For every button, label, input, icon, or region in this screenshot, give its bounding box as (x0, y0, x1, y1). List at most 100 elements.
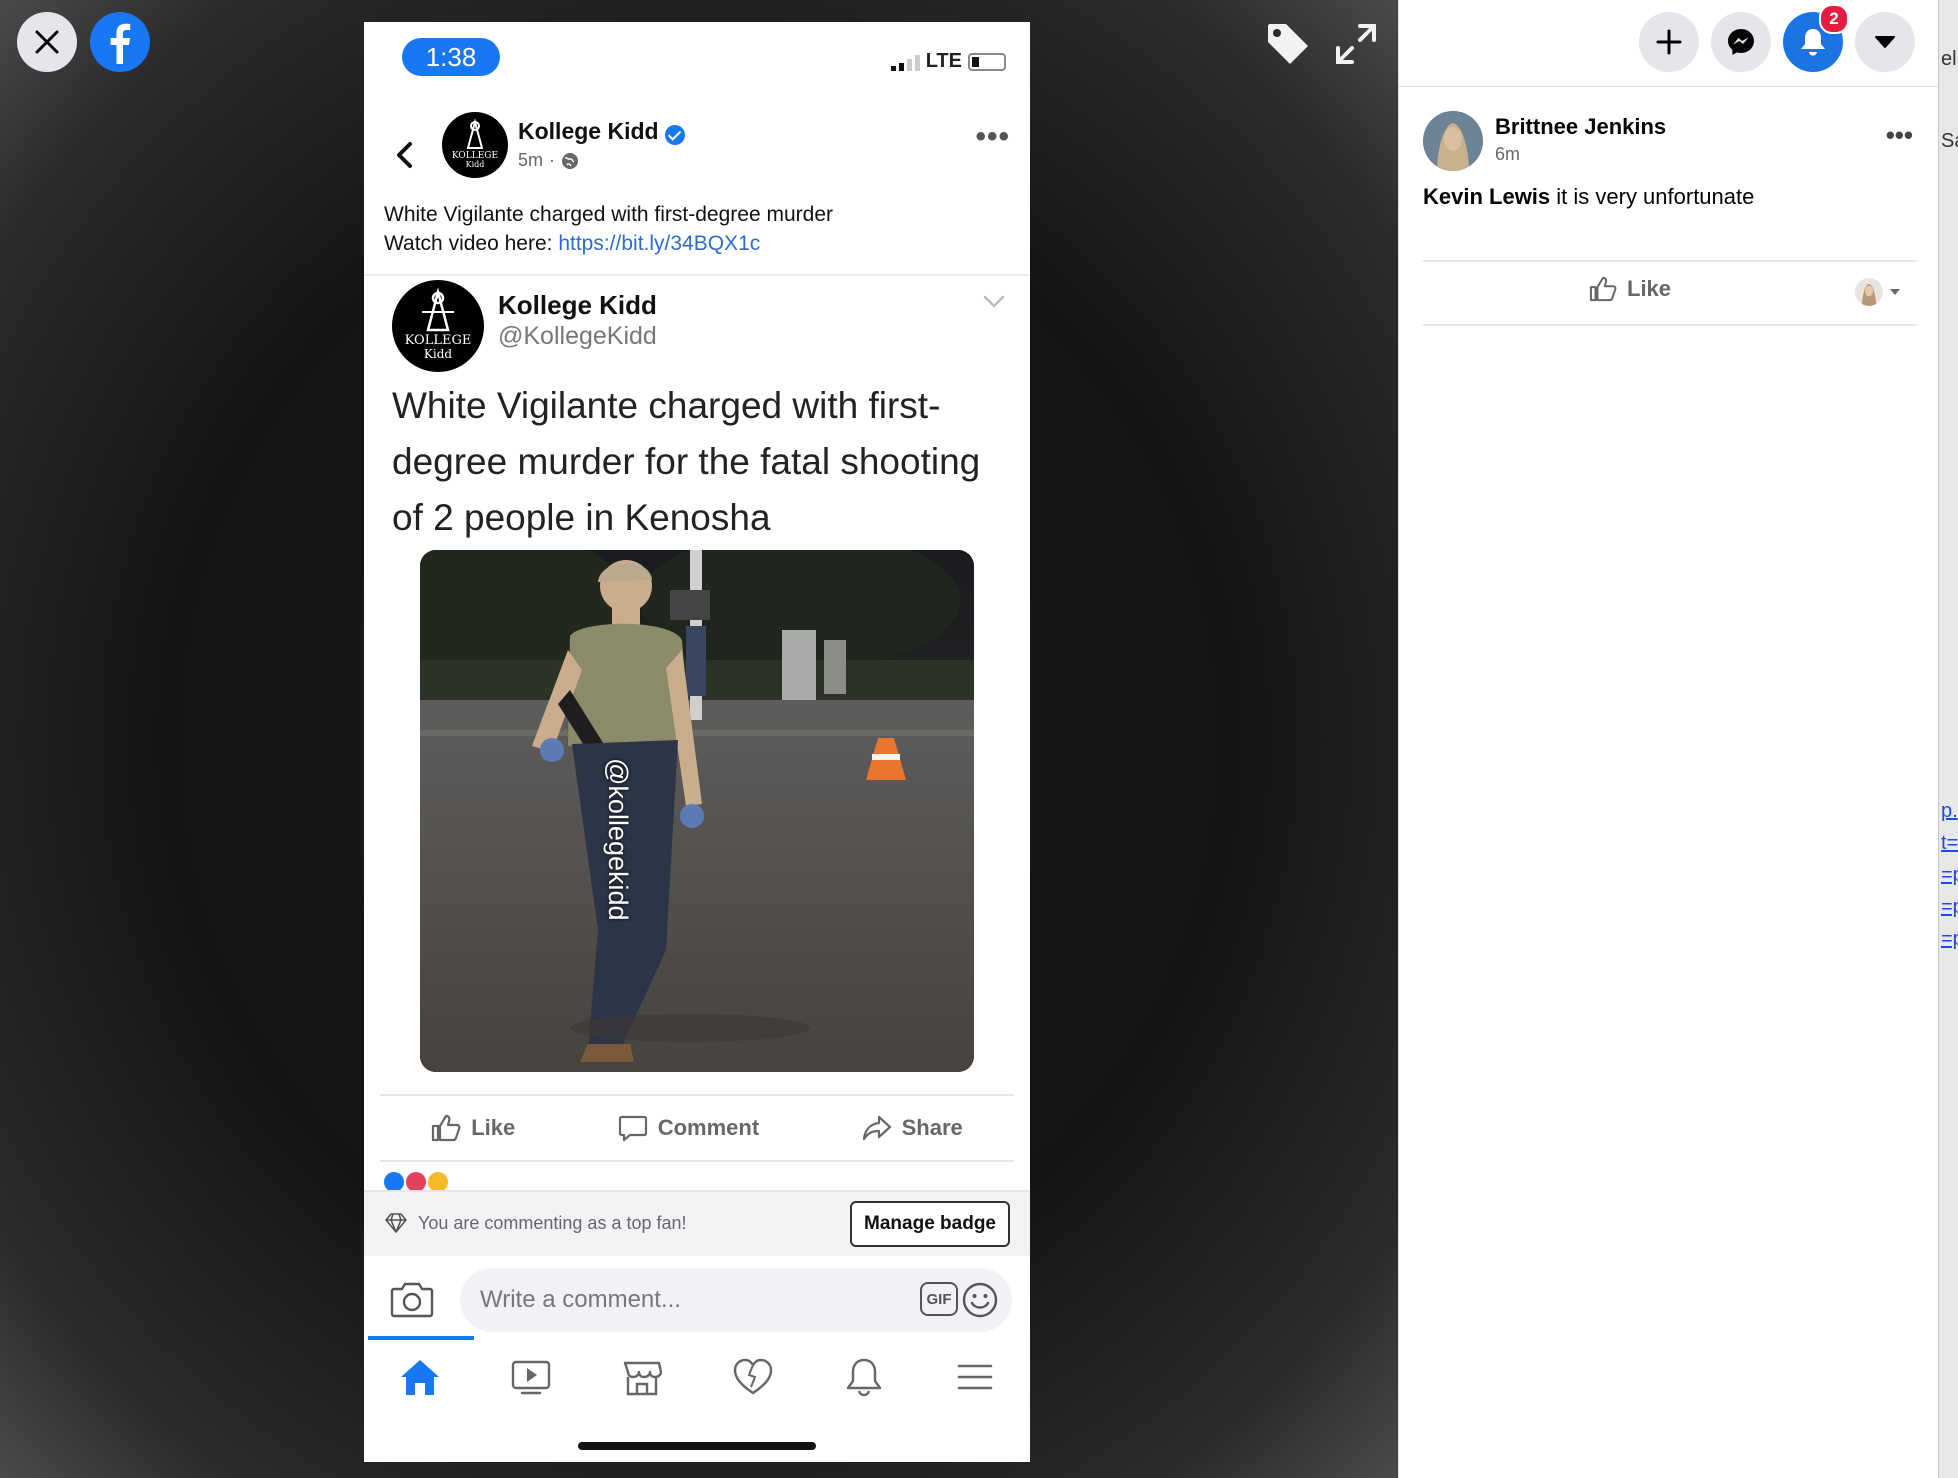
post-header: KOLLEGE Kidd Kollege Kidd 5m · ••• (364, 112, 1030, 202)
share-arrow-icon (862, 1115, 891, 1141)
caret-down-icon (1890, 289, 1900, 295)
status-indicators: LTE (890, 50, 1006, 73)
comment-like-button[interactable]: Like (1589, 276, 1671, 302)
home-indicator (578, 1442, 816, 1450)
caption-line-1: White Vigilante charged with first-degre… (384, 203, 833, 226)
comment-input[interactable]: Write a comment... GIF (460, 1268, 1012, 1332)
account-menu-button[interactable] (1855, 12, 1915, 72)
create-button[interactable] (1639, 12, 1699, 72)
manage-badge-button[interactable]: Manage badge (850, 1201, 1010, 1247)
comment-time[interactable]: 6m (1495, 144, 1520, 165)
gif-button[interactable]: GIF (920, 1282, 958, 1316)
edge-link-1[interactable]: p. (1941, 800, 1958, 823)
facebook-logo[interactable] (90, 12, 150, 72)
meta-separator: · (549, 150, 556, 170)
back-chevron-icon[interactable] (390, 140, 420, 170)
caption-prefix: Watch video here: (384, 232, 559, 255)
caption-line-2: Watch video here: https://bit.ly/34BQX1c (384, 229, 1014, 258)
comment-like-label: Like (1627, 276, 1672, 301)
svg-text:Kidd: Kidd (424, 347, 452, 361)
messenger-button[interactable] (1711, 12, 1771, 72)
commenter-avatar[interactable] (1423, 111, 1483, 171)
thumbs-up-icon (1589, 276, 1617, 302)
status-time: 1:38 (402, 38, 500, 76)
menu-hamburger-icon[interactable] (954, 1357, 996, 1397)
tweet-text: White Vigilante charged with first-degre… (392, 385, 981, 538)
share-button[interactable]: Share (862, 1114, 963, 1142)
post-options-icon[interactable]: ••• (975, 120, 1010, 154)
like-button[interactable]: Like (431, 1114, 515, 1142)
street-scene-image (420, 550, 974, 1072)
home-icon[interactable] (399, 1357, 441, 1397)
marketplace-icon[interactable] (621, 1357, 663, 1397)
diamond-icon (385, 1213, 407, 1233)
caption-link[interactable]: https://bit.ly/34BQX1c (558, 232, 760, 255)
author-name[interactable]: Kollege Kidd (518, 118, 659, 144)
globe-icon (562, 152, 579, 169)
signal-icon (890, 53, 920, 71)
tag-icon (1268, 24, 1308, 64)
thumbs-up-icon (432, 1114, 461, 1142)
edge-link-2[interactable]: t= (1941, 832, 1958, 855)
fullscreen-icon (1336, 24, 1376, 64)
watch-video-icon[interactable] (510, 1357, 552, 1397)
svg-text:Kidd: Kidd (466, 160, 485, 169)
tweet-watermark: @kollegekidd (603, 758, 633, 921)
mentioned-user[interactable]: Kevin Lewis (1423, 184, 1550, 209)
comment-text: it is very unfortunate (1550, 184, 1755, 209)
comment-body: Kevin Lewis it is very unfortunate (1423, 184, 1754, 210)
close-button[interactable] (17, 12, 77, 72)
tweet-card[interactable]: KOLLEGE Kidd Kollege Kidd @KollegeKidd W… (364, 274, 1030, 1086)
post-time[interactable]: 5m (518, 150, 543, 171)
edge-link-5[interactable]: =p (1941, 928, 1958, 951)
bell-icon (1801, 29, 1825, 56)
like-label: Like (471, 1115, 516, 1140)
commenter-name[interactable]: Brittnee Jenkins (1495, 114, 1666, 140)
react-as-selector[interactable] (1855, 278, 1901, 306)
top-fan-notice: You are commenting as a top fan! (384, 1212, 687, 1234)
close-icon (35, 30, 59, 54)
tweet-handle: @KollegeKidd (498, 322, 657, 350)
notification-count-badge: 2 (1819, 4, 1849, 34)
tag-photo-button[interactable] (1262, 18, 1314, 70)
messenger-icon (1728, 29, 1754, 55)
network-label: LTE (925, 50, 962, 72)
edge-link-4[interactable]: =p (1941, 896, 1958, 919)
edge-text-1: ell (1941, 48, 1958, 70)
tweet-chevron-down-icon (982, 294, 1006, 315)
comment-label: Comment (657, 1115, 760, 1140)
bottom-nav (364, 1342, 1030, 1412)
author-avatar[interactable]: KOLLEGE Kidd (442, 112, 508, 178)
tweet-avatar: KOLLEGE Kidd (392, 280, 484, 372)
home-tab-indicator (368, 1336, 474, 1340)
top-bar: 2 (1399, 0, 1939, 87)
react-as-avatar (1855, 278, 1883, 306)
post-meta: 5m · (518, 150, 579, 171)
verified-badge-icon (664, 124, 685, 145)
top-fan-bar: You are commenting as a top fan! Manage … (364, 1190, 1030, 1256)
top-fan-text: You are commenting as a top fan! (418, 1212, 687, 1233)
edge-link-3[interactable]: =p (1941, 864, 1958, 887)
comment-bubble-icon (618, 1115, 647, 1142)
dating-heart-icon[interactable] (732, 1357, 774, 1397)
tweet-name: Kollege Kidd (498, 290, 657, 320)
camera-button[interactable] (390, 1280, 434, 1323)
comments-panel: 2 Brittnee Jenkins 6m ••• Kevin Lewis it… (1398, 0, 1939, 1478)
comment-like-row: Like (1423, 260, 1917, 326)
comment-button[interactable]: Comment (618, 1114, 759, 1142)
background-window-edge: ell Sa p. t= =p =p =p (1938, 0, 1958, 1478)
svg-text:KOLLEGE: KOLLEGE (405, 333, 472, 348)
post-actions: Like Comment Share (380, 1094, 1014, 1162)
comment-bar: Write a comment... GIF (364, 1262, 1030, 1342)
author-line: Kollege Kidd (518, 118, 685, 145)
camera-icon (390, 1282, 434, 1318)
comment-more-options-icon[interactable]: ••• (1886, 120, 1913, 151)
post-caption: White Vigilante charged with first-degre… (384, 200, 1014, 258)
facebook-f-icon (110, 23, 131, 64)
edge-text-2: Sa (1941, 130, 1958, 152)
notifications-bell-icon[interactable] (843, 1357, 885, 1397)
fullscreen-button[interactable] (1330, 18, 1382, 70)
comment-placeholder: Write a comment... (480, 1286, 681, 1313)
notifications-button[interactable]: 2 (1783, 4, 1849, 72)
emoji-icon[interactable] (962, 1282, 998, 1318)
